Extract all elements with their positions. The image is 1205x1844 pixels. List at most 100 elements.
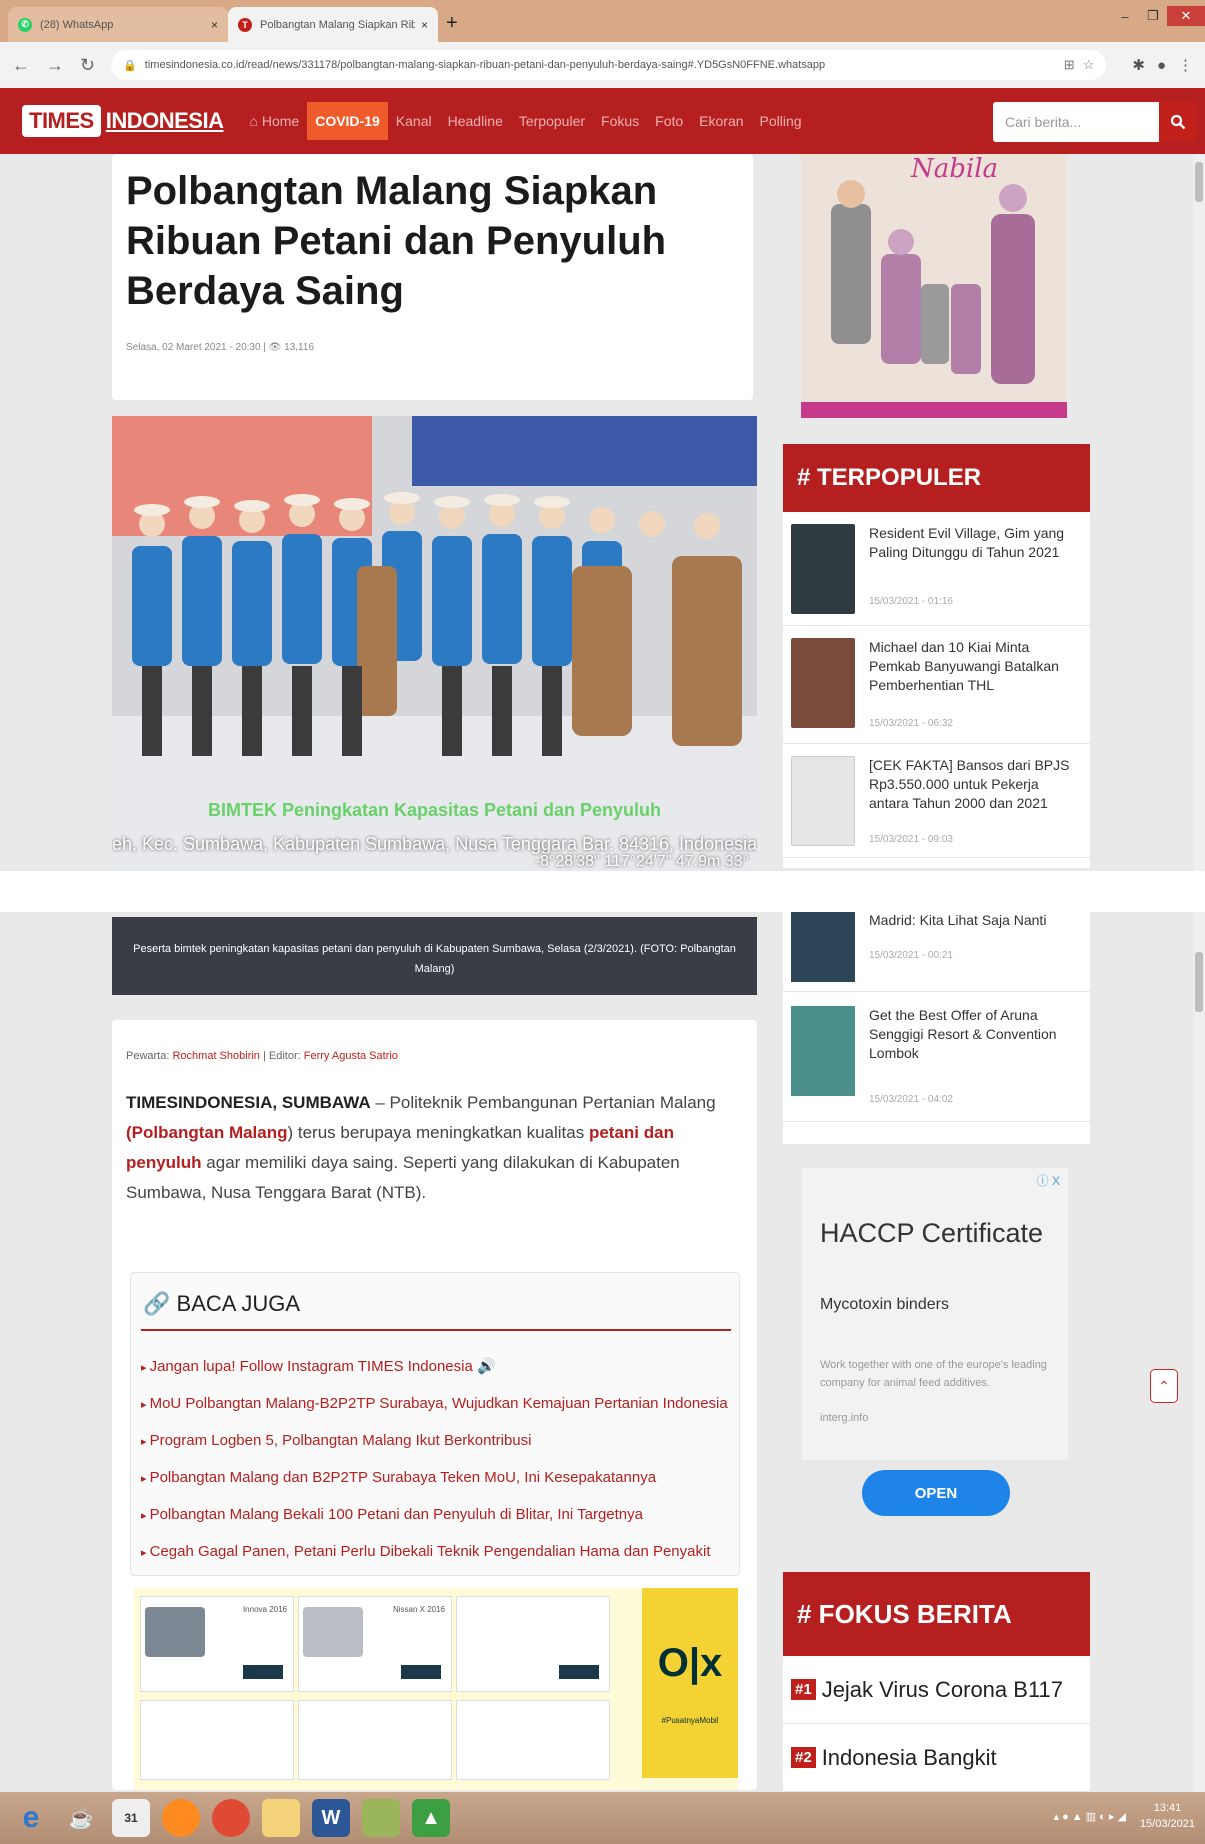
popular-thumbnail: [791, 1006, 855, 1096]
search-input[interactable]: Cari berita...: [993, 102, 1159, 142]
menu-terpopuler[interactable]: Terpopuler: [511, 102, 593, 140]
photo-coords-text: -8°28'38" 117°24'7" 47.9m 33°: [534, 853, 749, 870]
url-field[interactable]: 🔒 timesindonesia.co.id/read/news/331178/…: [111, 50, 1107, 80]
calendar-icon[interactable]: 31: [112, 1799, 150, 1837]
olx-ad[interactable]: Innova 2016 Nissan X 2016 O|x #PusatnyaM…: [134, 1588, 738, 1790]
main-menu: ⌂ Home COVID-19 Kanal Headline Terpopule…: [241, 102, 809, 140]
reload-icon[interactable]: ↻: [80, 55, 95, 76]
ad-car-card[interactable]: [456, 1596, 610, 1692]
address-bar: ← → ↻ 🔒 timesindonesia.co.id/read/news/3…: [0, 42, 1205, 88]
new-tab-button[interactable]: +: [446, 12, 458, 35]
popular-date: 15/03/2021 - 09:03: [869, 834, 953, 845]
scrollbar-thumb[interactable]: [1195, 162, 1203, 202]
menu-home[interactable]: ⌂ Home: [241, 102, 307, 140]
menu-headline[interactable]: Headline: [440, 102, 511, 140]
ad-car-card[interactable]: Innova 2016: [140, 1596, 294, 1692]
related-link[interactable]: Jangan lupa! Follow Instagram TIMES Indo…: [141, 1349, 739, 1386]
minimize-icon[interactable]: –: [1111, 6, 1139, 26]
tray-icons[interactable]: ▴ ● ▲ ▥ ◐ ▸ ◢: [1054, 1810, 1126, 1823]
byline: Pewarta: Rochmat Shobirin | Editor: Ferr…: [126, 1050, 398, 1062]
popular-item[interactable]: Madrid: Kita Lihat Saja Nanti 15/03/2021…: [783, 912, 1090, 992]
polbangtan-link[interactable]: (Polbangtan Malang: [126, 1123, 288, 1142]
olx-logo[interactable]: O|x #PusatnyaMobil: [642, 1588, 738, 1778]
word-icon[interactable]: W: [312, 1799, 350, 1837]
forward-icon[interactable]: →: [46, 55, 64, 76]
related-list: Jangan lupa! Follow Instagram TIMES Indo…: [141, 1349, 739, 1571]
clock[interactable]: 13:41 15/03/2021: [1140, 1800, 1195, 1832]
fashion-promo-banner[interactable]: Nabila: [801, 154, 1067, 418]
firefox-icon[interactable]: [162, 1799, 200, 1837]
ad-open-button[interactable]: OPEN: [862, 1470, 1010, 1516]
scrollbar-thumb[interactable]: [1195, 952, 1203, 1012]
fokus-label: Indonesia Bangkit: [821, 1744, 997, 1770]
close-window-icon[interactable]: ✕: [1167, 6, 1205, 26]
browser-menu-icon[interactable]: ⋮: [1178, 56, 1193, 74]
ad-close-icon[interactable]: ⓘ X: [1037, 1172, 1060, 1189]
related-link[interactable]: Program Logben 5, Polbangtan Malang Ikut…: [141, 1423, 739, 1460]
tab-whatsapp[interactable]: ✆ (28) WhatsApp ×: [8, 7, 228, 42]
ad-cta-button[interactable]: [559, 1665, 599, 1679]
popular-item[interactable]: Get the Best Offer of Aruna Senggigi Res…: [783, 992, 1090, 1122]
related-link[interactable]: Cegah Gagal Panen, Petani Perlu Dibekali…: [141, 1534, 739, 1571]
promo-footer: [801, 402, 1067, 418]
ad-cta-button[interactable]: [243, 1665, 283, 1679]
popular-thumbnail: [791, 756, 855, 846]
fokus-item[interactable]: #2 Indonesia Bangkit: [783, 1724, 1090, 1792]
back-icon[interactable]: ←: [12, 55, 30, 76]
search-button[interactable]: [1159, 102, 1197, 142]
menu-fokus[interactable]: Fokus: [593, 102, 647, 140]
app-icon[interactable]: [362, 1799, 400, 1837]
menu-foto[interactable]: Foto: [647, 102, 691, 140]
folder-icon[interactable]: [262, 1799, 300, 1837]
popular-title: Resident Evil Village, Gim yang Paling D…: [869, 525, 1065, 560]
fokus-rank: #1: [791, 1679, 816, 1700]
haccp-ad[interactable]: ⓘ X HACCP Certificate Mycotoxin binders …: [802, 1168, 1068, 1540]
popular-thumbnail: [791, 912, 855, 982]
menu-ekoran[interactable]: Ekoran: [691, 102, 751, 140]
close-tab-icon[interactable]: ×: [211, 18, 218, 32]
app-green-icon[interactable]: ▲: [412, 1799, 450, 1837]
popular-item[interactable]: [CEK FAKTA] Bansos dari BPJS Rp3.550.000…: [783, 744, 1090, 858]
site-logo[interactable]: TIMES INDONESIA: [22, 105, 224, 137]
menu-kanal[interactable]: Kanal: [388, 102, 440, 140]
popular-thumbnail: [791, 524, 855, 614]
scrollbar[interactable]: [1193, 912, 1205, 1792]
menu-polling[interactable]: Polling: [752, 102, 810, 140]
popular-item[interactable]: Michael dan 10 Kiai Minta Pemkab Banyuwa…: [783, 626, 1090, 744]
translate-icon[interactable]: ⊞: [1064, 57, 1075, 73]
browser-tabbar: ✆ (28) WhatsApp × T Polbangtan Malang Si…: [0, 0, 1205, 42]
close-tab-icon[interactable]: ×: [421, 18, 428, 32]
ad-car-card[interactable]: [456, 1700, 610, 1780]
article-photo: BIMTEK Peningkatan Kapasitas Petani dan …: [112, 416, 757, 871]
related-link[interactable]: MoU Polbangtan Malang-B2P2TP Surabaya, W…: [141, 1386, 739, 1423]
url-text: timesindonesia.co.id/read/news/331178/po…: [144, 59, 826, 71]
editor-link[interactable]: Ferry Agusta Satrio: [304, 1050, 398, 1062]
fokus-item[interactable]: #1 Jejak Virus Corona B117: [783, 1656, 1090, 1724]
popular-date: 15/03/2021 - 04:02: [869, 1094, 953, 1105]
tab-article[interactable]: T Polbangtan Malang Siapkan Rib ×: [228, 7, 438, 42]
related-link[interactable]: Polbangtan Malang Bekali 100 Petani dan …: [141, 1497, 739, 1534]
ad-domain: interg.info: [820, 1412, 869, 1424]
ie-icon[interactable]: e: [12, 1799, 50, 1837]
ad-car-card[interactable]: [140, 1700, 294, 1780]
scrollbar[interactable]: [1193, 154, 1205, 871]
ad-car-card[interactable]: Nissan X 2016: [298, 1596, 452, 1692]
popular-title: Madrid: Kita Lihat Saja Nanti: [869, 912, 1047, 928]
ad-car-card[interactable]: [298, 1700, 452, 1780]
page-title: Polbangtan Malang Siapkan Ribuan Petani …: [126, 169, 667, 313]
profile-avatar-icon[interactable]: ●: [1157, 57, 1166, 74]
java-icon[interactable]: ☕: [62, 1799, 100, 1837]
fokus-label: Jejak Virus Corona B117: [821, 1676, 1064, 1702]
promo-image: [831, 180, 1035, 384]
extension-icon[interactable]: ✱: [1132, 56, 1145, 74]
related-link[interactable]: Polbangtan Malang dan B2P2TP Surabaya Te…: [141, 1460, 739, 1497]
popular-date: 15/03/2021 - 06:32: [869, 718, 953, 729]
menu-covid19[interactable]: COVID-19: [307, 102, 388, 140]
chrome-icon[interactable]: [212, 1799, 250, 1837]
reporter-link[interactable]: Rochmat Shobirin: [172, 1050, 259, 1062]
popular-item[interactable]: Resident Evil Village, Gim yang Paling D…: [783, 512, 1090, 626]
ad-cta-button[interactable]: [401, 1665, 441, 1679]
scroll-to-top-button[interactable]: ⌃: [1150, 1369, 1178, 1403]
bookmark-star-icon[interactable]: ☆: [1083, 57, 1095, 73]
maximize-icon[interactable]: ❐: [1139, 6, 1167, 26]
